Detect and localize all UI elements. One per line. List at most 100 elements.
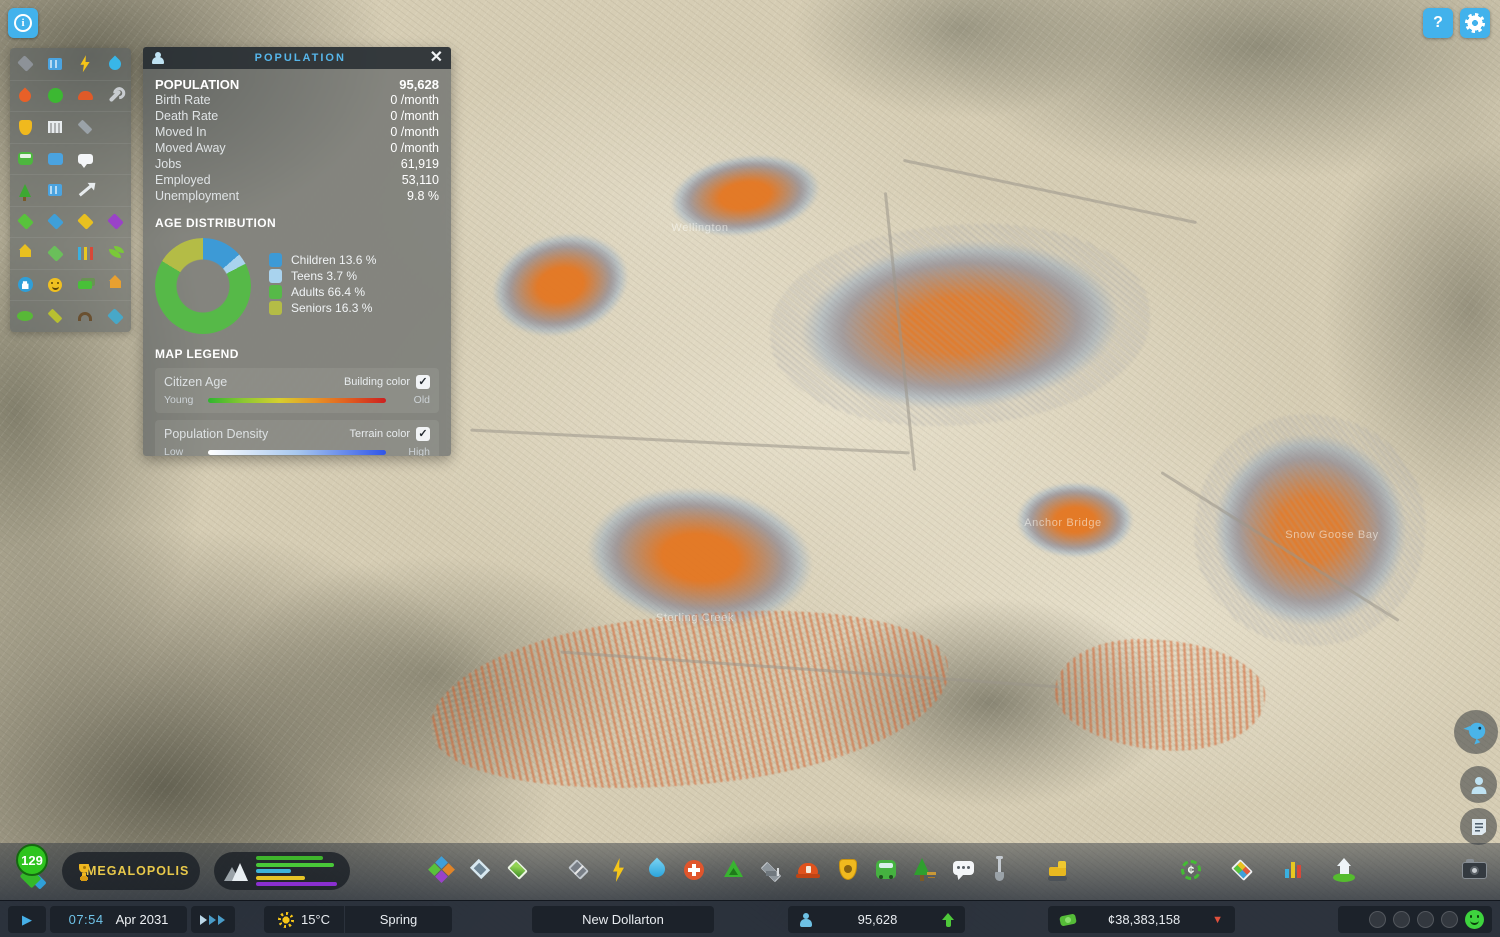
infoview-tourism-icon[interactable] — [40, 238, 70, 269]
happiness-face-content-icon[interactable] — [1441, 911, 1458, 928]
photo-mode-icon[interactable] — [1459, 855, 1489, 885]
stat-value: 53,110 — [401, 173, 439, 187]
infoview-education-icon[interactable] — [70, 112, 100, 143]
happiness-display[interactable] — [1338, 906, 1492, 933]
infoview-garbage-icon[interactable] — [40, 81, 70, 112]
infoview-maintenance-icon[interactable] — [100, 81, 130, 112]
infoview-commercial-zones-icon[interactable] — [40, 207, 70, 238]
season-display[interactable]: Spring — [345, 906, 452, 933]
infoview-landmarks-icon[interactable] — [10, 270, 40, 301]
infoview-noise-icon[interactable] — [70, 301, 100, 332]
infoview-parks-icon[interactable] — [10, 175, 40, 206]
infoviews-icon[interactable] — [1228, 855, 1258, 885]
building-color-checkbox[interactable] — [416, 374, 430, 389]
city-name-display[interactable]: New Dollarton — [532, 906, 714, 933]
electricity-icon[interactable] — [603, 855, 633, 885]
infoview-happiness-icon[interactable] — [40, 270, 70, 301]
economy-icon[interactable] — [1176, 855, 1206, 885]
happiness-face-sad-icon[interactable] — [1393, 911, 1410, 928]
infoview-police-icon[interactable] — [10, 112, 40, 143]
infoview-routes-icon[interactable] — [70, 175, 100, 206]
infoview-economy-view-icon[interactable] — [70, 270, 100, 301]
terrain-color-label: Terrain color — [349, 427, 410, 440]
settings-gear-icon[interactable] — [1460, 8, 1490, 38]
infoview-post-service-icon[interactable] — [40, 144, 70, 175]
roads-glyph — [16, 55, 34, 73]
infoview-transportation-icon[interactable] — [10, 144, 40, 175]
infoview-residences-icon[interactable] — [100, 270, 130, 301]
infoview-row — [10, 237, 131, 269]
happiness-face-very-sad-icon[interactable] — [1369, 911, 1386, 928]
season-value: Spring — [379, 912, 418, 927]
economy-view-glyph — [78, 280, 92, 289]
education-icon[interactable] — [756, 855, 786, 885]
journal-icon[interactable] — [1460, 808, 1497, 845]
infoview-disasters-icon[interactable] — [70, 81, 100, 112]
population-icon — [799, 912, 813, 927]
commercial-zones-glyph — [46, 213, 64, 231]
zoning-icon[interactable] — [431, 855, 461, 885]
infoview-farmland-icon[interactable] — [40, 301, 70, 332]
happiness-face-neutral-icon[interactable] — [1417, 911, 1434, 928]
info-circle-icon[interactable]: i — [8, 8, 38, 38]
infoview-row — [10, 48, 131, 80]
infoview-office-zones-icon[interactable] — [100, 207, 130, 238]
help-icon[interactable]: ? — [1423, 8, 1453, 38]
landscaping-icon[interactable] — [503, 855, 533, 885]
infoview-terrain-icon[interactable] — [10, 301, 40, 332]
terrain-color-checkbox[interactable] — [416, 426, 430, 441]
parks-recreation-icon[interactable] — [908, 855, 938, 885]
legend-text: Adults 66.4 % — [291, 285, 366, 299]
stat-row-moved-away: Moved Away 0 /month — [155, 141, 439, 157]
infoview-telecom-icon[interactable] — [70, 144, 100, 175]
citizen-portrait-icon[interactable] — [1460, 766, 1497, 803]
garbage-icon[interactable] — [718, 855, 748, 885]
weather-display[interactable]: 15°C — [264, 906, 344, 933]
milestone-pill[interactable]: MEGALOPOLIS — [62, 852, 200, 890]
healthcare-icon[interactable] — [679, 855, 709, 885]
infoview-row — [10, 268, 131, 301]
infoview-trends-icon[interactable] — [70, 238, 100, 269]
infoview-land-value-icon[interactable] — [10, 238, 40, 269]
infoview-greenery-icon[interactable] — [100, 238, 130, 269]
roads-icon[interactable] — [564, 855, 594, 885]
infoview-fire-safety-icon[interactable] — [10, 81, 40, 112]
infoview-water-icon[interactable] — [100, 48, 130, 80]
statistics-icon[interactable] — [1278, 855, 1308, 885]
progress-pill[interactable] — [214, 852, 350, 890]
police-icon[interactable] — [833, 855, 863, 885]
infoview-roads-icon[interactable] — [10, 48, 40, 80]
progression-icon[interactable] — [1329, 855, 1359, 885]
fire-rescue-icon[interactable] — [793, 855, 823, 885]
infoview-electronics-icon[interactable] — [40, 48, 70, 80]
chirper-bird-icon[interactable] — [1454, 710, 1498, 754]
infoview-administration-icon[interactable] — [40, 112, 70, 143]
clock-date-display[interactable]: 07:54 Apr 2031 — [50, 906, 187, 933]
water-sewage-icon[interactable] — [641, 855, 671, 885]
population-value: 95,628 — [857, 912, 898, 927]
money-display[interactable]: ¢38,383,158 ▼ — [1048, 906, 1235, 933]
infoview-electricity-icon[interactable] — [70, 48, 100, 80]
speed-control[interactable] — [191, 906, 235, 933]
bulldozer-icon[interactable] — [1044, 855, 1074, 885]
population-panel-header[interactable]: POPULATION ✕ — [143, 47, 451, 69]
infoview-water-depth-icon[interactable] — [100, 301, 130, 332]
age-legend: Children 13.6 % Teens 3.7 % Adults 66.4 … — [269, 252, 376, 334]
happiness-face-happy-icon[interactable] — [1465, 910, 1484, 929]
terraforming-icon[interactable] — [984, 855, 1014, 885]
population-display[interactable]: 95,628 — [788, 906, 965, 933]
play-pause-button[interactable]: ▶ — [8, 906, 46, 933]
infoview-row — [10, 111, 131, 143]
infoview-industrial-zones-icon[interactable] — [70, 207, 100, 238]
areas-icon[interactable] — [466, 855, 496, 885]
legend-chip — [269, 269, 282, 283]
infoview-offices-icon[interactable] — [40, 175, 70, 206]
citizen-icon — [151, 52, 165, 64]
city-level-badge[interactable]: 129 — [16, 844, 48, 876]
infoview-residential-zones-icon[interactable] — [10, 207, 40, 238]
disasters-glyph — [77, 91, 93, 101]
transportation-icon[interactable] — [871, 855, 901, 885]
legend-chip — [269, 285, 282, 299]
communications-icon[interactable] — [948, 855, 978, 885]
close-icon[interactable]: ✕ — [430, 50, 443, 66]
